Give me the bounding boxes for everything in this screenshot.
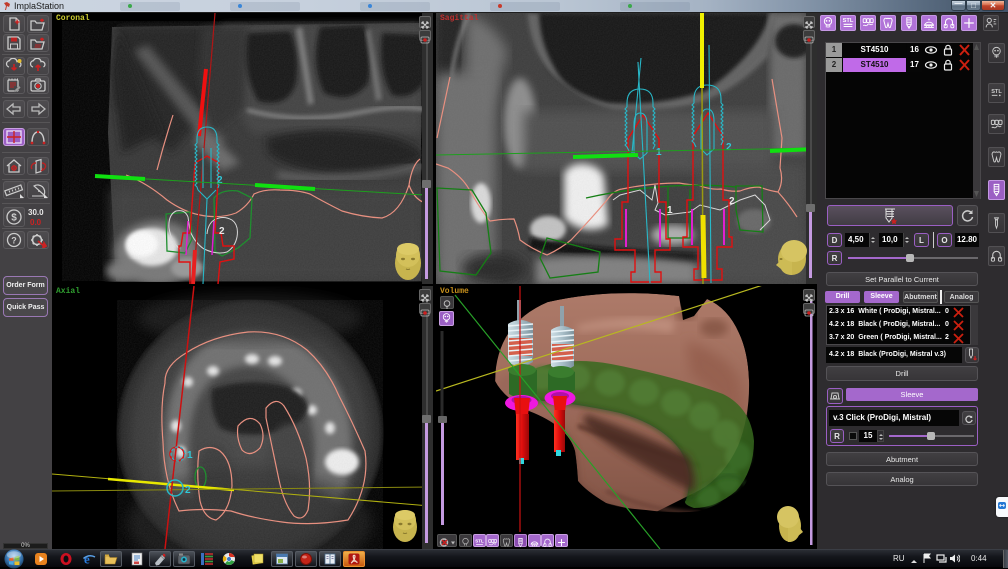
- svg-text:$: $: [11, 213, 17, 224]
- svg-text:e: e: [84, 552, 90, 566]
- svg-text:2: 2: [185, 485, 191, 496]
- svg-text:2: 2: [729, 196, 735, 207]
- svg-text:2: 2: [726, 142, 732, 153]
- svg-text:2: 2: [219, 226, 225, 237]
- svg-text:1: 1: [656, 147, 662, 158]
- svg-text:STL: STL: [843, 18, 854, 24]
- svg-text:2: 2: [217, 175, 223, 186]
- svg-text:1: 1: [187, 450, 193, 461]
- svg-text:STL: STL: [475, 539, 484, 544]
- svg-text:1: 1: [667, 205, 673, 216]
- svg-text:STL: STL: [991, 89, 1002, 95]
- svg-text:?: ?: [11, 236, 17, 246]
